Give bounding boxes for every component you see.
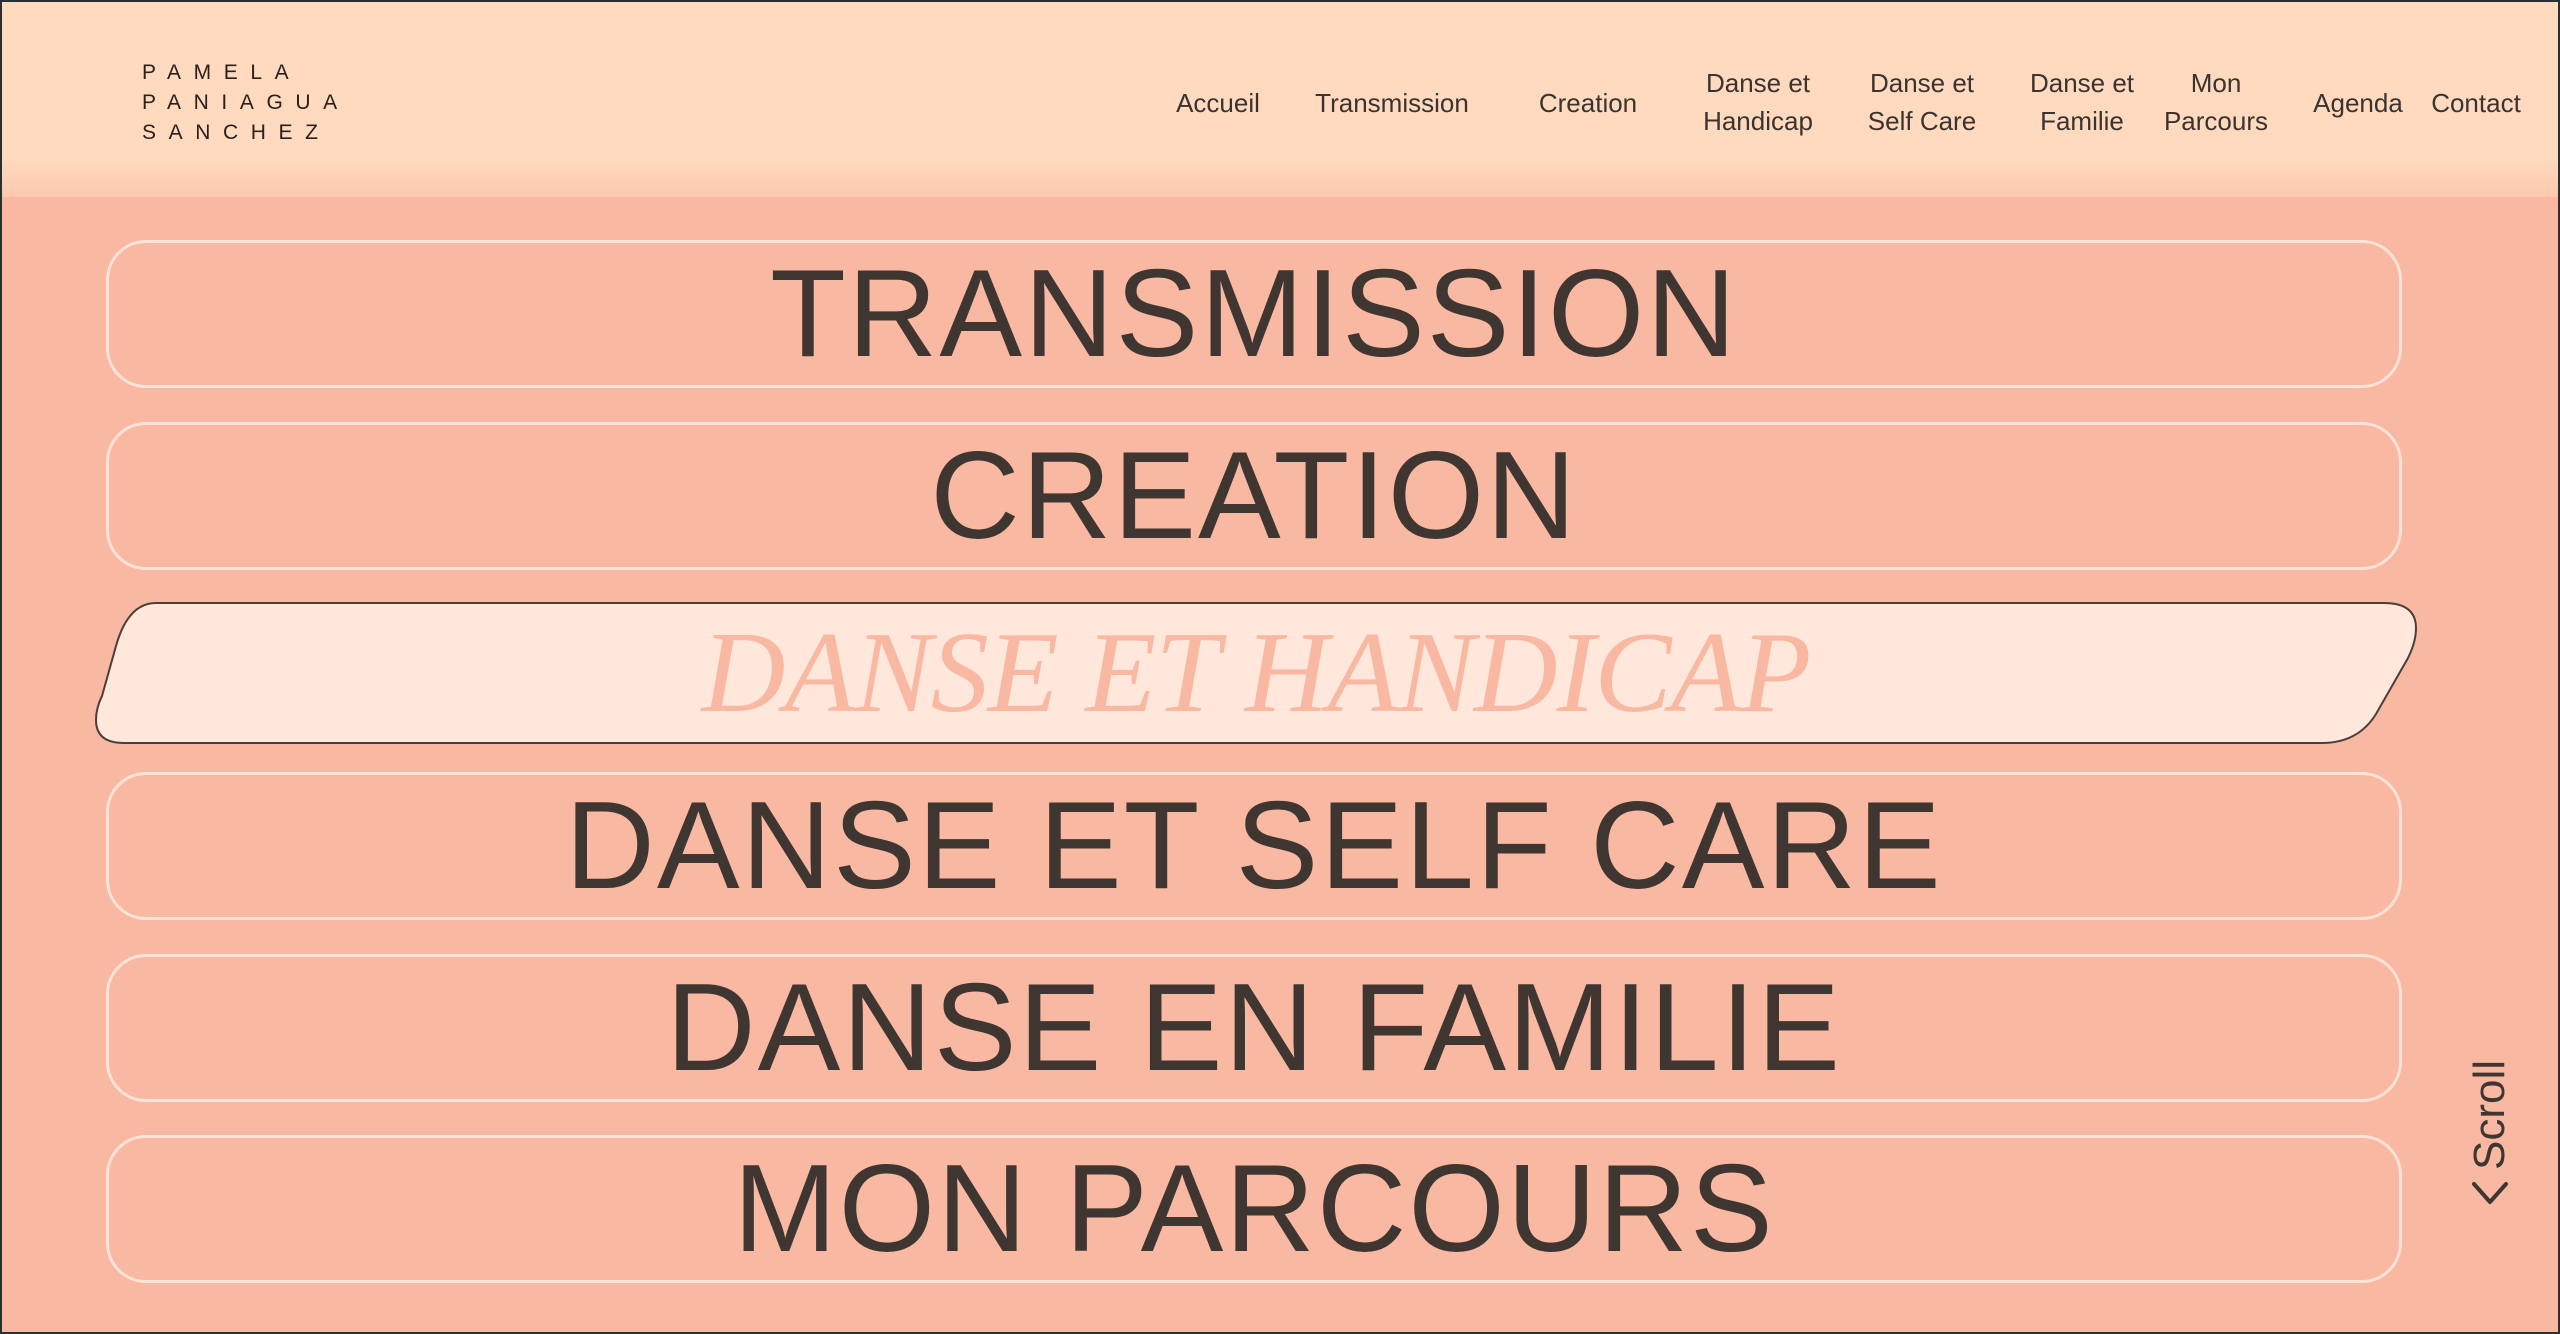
nav-item-agenda[interactable]: Agenda xyxy=(2298,84,2418,122)
nav-item-label: Accueil xyxy=(1176,88,1260,118)
menu-item-label: DANSE ET SELF CARE xyxy=(565,777,1943,915)
logo-line-2: PANIAGUA xyxy=(142,91,350,114)
nav-item-label: Creation xyxy=(1538,88,1638,118)
nav-item-contact[interactable]: Contact xyxy=(2416,84,2536,122)
nav-item-label: Agenda xyxy=(2313,88,2403,118)
logo-line-3: SANCHEZ xyxy=(142,121,331,144)
site-logo[interactable]: PAMELA PANIAGUA SANCHEZ xyxy=(142,58,350,148)
menu-item-danse-et-self-care[interactable]: DANSE ET SELF CARE xyxy=(106,772,2402,920)
nav-item-label: Contact xyxy=(2431,88,2521,118)
scroll-label: Scroll xyxy=(2465,1059,2514,1170)
nav-item-creation[interactable]: Creation xyxy=(1518,84,1658,122)
nav-item-label: Transmission xyxy=(1315,88,1469,118)
menu-item-label: MON PARCOURS xyxy=(733,1140,1775,1278)
menu-item-danse-et-handicap[interactable]: DANSE ET HANDICAP xyxy=(94,602,2418,744)
nav-item-danse-et-familie[interactable]: Danse et Familie xyxy=(2002,64,2162,140)
nav-item-mon-parcours[interactable]: Mon Parcours xyxy=(2146,64,2286,140)
menu-item-label: TRANSMISSION xyxy=(770,245,1738,383)
menu-item-label: DANSE EN FAMILIE xyxy=(666,959,1842,1097)
nav-item-label-line-2: Handicap xyxy=(1703,106,1813,136)
nav-item-label-line-1: Danse et xyxy=(1869,68,1975,98)
nav-item-label-line-1: Danse et xyxy=(2029,68,2135,98)
nav-item-label-line-1: Danse et xyxy=(1705,68,1811,98)
nav-item-label-line-2: Self Care xyxy=(1867,106,1977,136)
nav-item-label-line-2: Familie xyxy=(2040,106,2124,136)
menu-item-label: CREATION xyxy=(930,427,1578,565)
nav-item-transmission[interactable]: Transmission xyxy=(1292,84,1492,122)
chevron-down-icon xyxy=(2472,1182,2508,1204)
logo-line-1: PAMELA xyxy=(142,61,302,84)
site-header: PAMELA PANIAGUA SANCHEZ Accueil Transmis… xyxy=(2,2,2558,197)
menu-item-mon-parcours[interactable]: MON PARCOURS xyxy=(106,1135,2402,1283)
menu-item-danse-en-familie[interactable]: DANSE EN FAMILIE xyxy=(106,954,2402,1102)
nav-item-label-line-2: Parcours xyxy=(2163,106,2269,136)
nav-item-danse-et-self-care[interactable]: Danse et Self Care xyxy=(1842,64,2002,140)
nav-item-label-line-1: Mon xyxy=(2190,68,2242,98)
nav-item-danse-et-handicap[interactable]: Danse et Handicap xyxy=(1678,64,1838,140)
menu-item-label: DANSE ET HANDICAP xyxy=(701,608,1812,737)
nav-item-accueil[interactable]: Accueil xyxy=(1158,84,1278,122)
page: PAMELA PANIAGUA SANCHEZ Accueil Transmis… xyxy=(2,2,2558,1332)
menu-item-creation[interactable]: CREATION xyxy=(106,422,2402,570)
scroll-indicator[interactable]: Scroll xyxy=(2460,1054,2520,1214)
menu-item-transmission[interactable]: TRANSMISSION xyxy=(106,240,2402,388)
